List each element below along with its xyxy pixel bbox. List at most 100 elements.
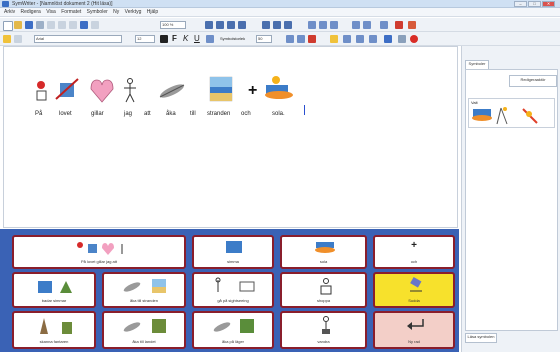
cursor-icon[interactable]	[384, 35, 392, 43]
word-lovet: lovet	[59, 111, 72, 117]
word-jag: jag	[124, 111, 133, 117]
underline-button[interactable]: U	[194, 34, 200, 43]
new-document-icon[interactable]	[3, 21, 13, 31]
grid-cell-simma[interactable]: simma	[192, 235, 274, 269]
copy-icon[interactable]	[58, 21, 66, 29]
grid-cell-skanna[interactable]: skanna fantaren	[12, 311, 96, 349]
menu-item-formatet[interactable]: Formatet	[61, 9, 81, 15]
menu-item-visa[interactable]: Visa	[46, 9, 56, 15]
format-toolbar: Arial 12 F K U Symbolstorlek 50	[0, 32, 560, 46]
table-icon[interactable]	[308, 21, 316, 29]
spell-icon[interactable]	[363, 21, 371, 29]
link-icon[interactable]	[398, 35, 406, 43]
choice-sunbathe-icon	[472, 109, 492, 121]
text-color-icon[interactable]	[160, 35, 168, 43]
travel-symbol-icon	[159, 84, 185, 98]
flag-icon[interactable]	[395, 21, 403, 29]
grid-cell-ny-rad[interactable]: Ny rad	[373, 311, 455, 349]
open-folder-icon[interactable]	[14, 21, 22, 29]
document-area[interactable]: + På lovet gillar jag att åka till stran…	[3, 46, 458, 228]
grid-cell-label: vandra	[317, 339, 330, 344]
choice-sun-icon	[522, 108, 538, 124]
symbol-swap-icon[interactable]	[343, 35, 351, 43]
paste-icon[interactable]	[69, 21, 77, 29]
lovet-symbol-icon	[55, 78, 79, 100]
font-size-select[interactable]: 12	[135, 35, 155, 43]
zoom-field[interactable]: 100 %	[160, 21, 186, 29]
columns-icon[interactable]	[330, 21, 338, 29]
pencil-icon[interactable]	[3, 35, 11, 43]
italic-button[interactable]: K	[183, 34, 188, 43]
choice-umbrella-icon	[496, 107, 508, 125]
grid-cell-pa-lovet[interactable]: På lovet gillar jag att	[12, 235, 186, 269]
swim-icon	[226, 241, 242, 253]
tab-las-symbolen[interactable]: Läsa symbolen	[465, 333, 497, 343]
grid-cell-vandra[interactable]: vandra	[280, 311, 367, 349]
smiley-icon[interactable]	[330, 35, 338, 43]
minimize-button[interactable]: –	[514, 1, 527, 7]
line-spacing-icon[interactable]	[206, 35, 214, 43]
color-fill-icon[interactable]	[308, 35, 316, 43]
sunbathe-symbol-icon	[265, 76, 293, 99]
grid-cell-aka-landet[interactable]: åka till landet	[102, 311, 186, 349]
grid-cell-sudda[interactable]: Sudda	[373, 272, 455, 308]
grid-cell-sola[interactable]: sola	[280, 235, 367, 269]
text-field-icon[interactable]	[369, 35, 377, 43]
symbol-choices: Valt	[468, 98, 555, 128]
menu-item-arkiv[interactable]: Arkiv	[4, 9, 15, 15]
speak-icon[interactable]	[352, 21, 360, 29]
menu-bar: Arkiv Redigera Visa Formatet Symboler Ny…	[0, 8, 560, 17]
symbol-size-label: Symbolstorlek	[220, 36, 246, 41]
cut-icon[interactable]	[47, 21, 55, 29]
shopping-icon	[320, 278, 332, 295]
menu-item-redigera[interactable]: Redigera	[21, 9, 41, 15]
grid-cell-label: badar simmar	[41, 298, 67, 303]
font-select[interactable]: Arial	[34, 35, 122, 43]
hike-icon	[322, 316, 330, 334]
grid-cell-aka-stranden[interactable]: åka till stranden	[102, 272, 186, 308]
edit-actor-button[interactable]: Redigeraaktör	[509, 75, 557, 87]
align-right-icon[interactable]	[227, 21, 235, 29]
grid-cell-lager[interactable]: åka på läger	[192, 311, 274, 349]
grid-cell-badar-simmar[interactable]: badar simmar	[12, 272, 96, 308]
menu-item-ny[interactable]: Ny	[113, 9, 119, 15]
grid-cell-label: åka på läger	[221, 339, 244, 344]
symbol-icon[interactable]	[286, 35, 294, 43]
stop-icon[interactable]	[408, 21, 416, 29]
redo-icon[interactable]	[91, 21, 99, 29]
print-icon[interactable]	[36, 21, 44, 29]
symbol-panel: Symboler Redigeraaktör Valt Läsa symbole…	[461, 46, 560, 352]
grid-cell-och[interactable]: + och	[373, 235, 455, 269]
new-line-icon	[407, 319, 424, 330]
word-aka: åka	[166, 111, 176, 117]
bold-button[interactable]: F	[172, 34, 177, 43]
grid-cell-shoppa[interactable]: shoppa	[280, 272, 367, 308]
menu-item-symboler[interactable]: Symboler	[87, 9, 108, 15]
arrow-icon[interactable]	[380, 21, 388, 29]
grid-icon[interactable]	[319, 21, 327, 29]
grid-cell-label: simma	[227, 259, 239, 264]
maximize-button[interactable]: □	[528, 1, 541, 7]
align-center-icon[interactable]	[216, 21, 224, 29]
symbol-size-select[interactable]: 50	[256, 35, 272, 43]
menu-item-hjalp[interactable]: Hjälp	[147, 9, 158, 15]
menu-item-verktyg[interactable]: Verktyg	[125, 9, 142, 15]
grid-cell-sightseeing[interactable]: gå på sightseeing	[192, 272, 274, 308]
symbol-grid-icon[interactable]	[297, 35, 305, 43]
align-left-icon[interactable]	[205, 21, 213, 29]
save-icon[interactable]	[25, 21, 33, 29]
plus-symbol: +	[248, 82, 257, 99]
justify-icon[interactable]	[238, 21, 246, 29]
indent-icon[interactable]	[273, 21, 281, 29]
close-button[interactable]: ✕	[542, 1, 555, 7]
undo-icon[interactable]	[80, 21, 88, 29]
word-gillar: gillar	[91, 111, 104, 117]
alert-icon[interactable]	[410, 35, 418, 43]
list-icon[interactable]	[262, 21, 270, 29]
word-sola: sola.	[272, 111, 285, 117]
person-symbol-icon	[124, 78, 136, 103]
outdent-icon[interactable]	[284, 21, 292, 29]
word-att: att	[144, 111, 151, 117]
return-icon[interactable]	[356, 35, 364, 43]
eraser-icon[interactable]	[14, 35, 22, 43]
